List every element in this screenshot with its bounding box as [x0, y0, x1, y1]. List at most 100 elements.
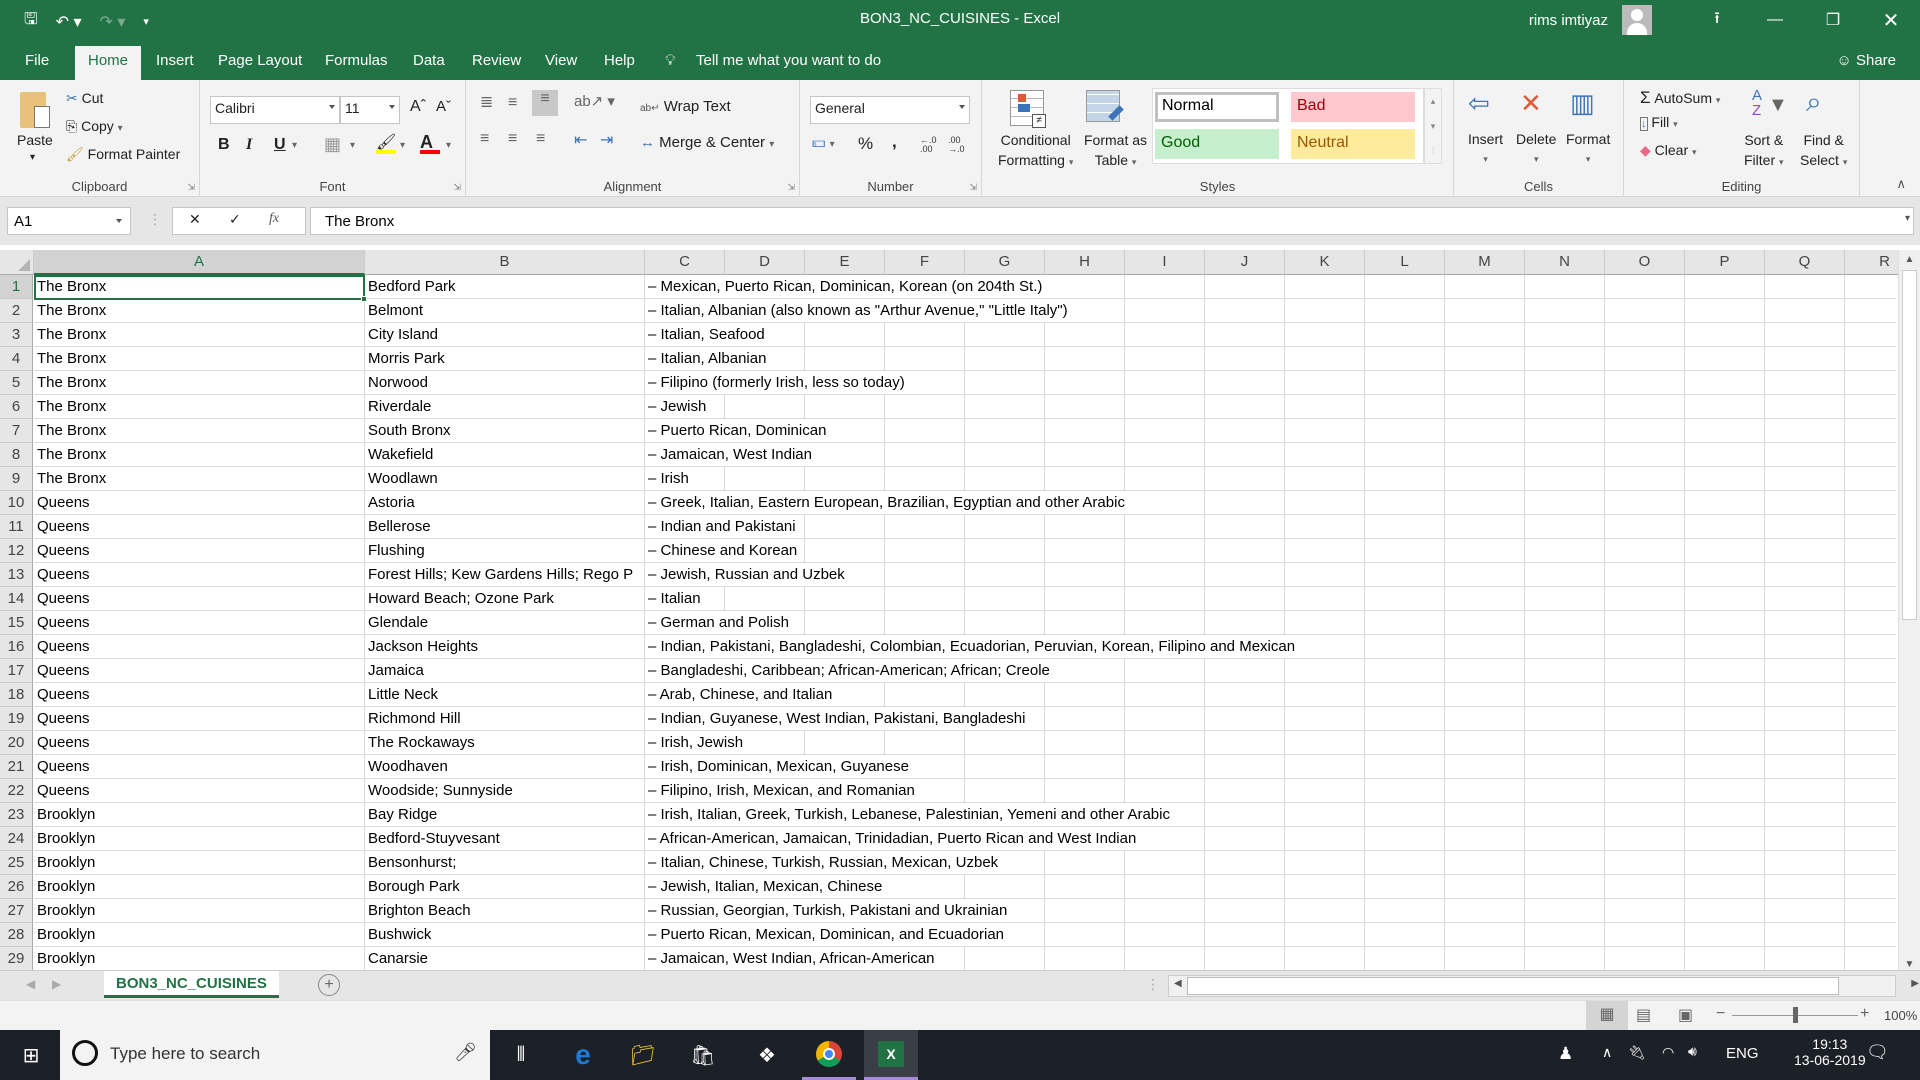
microphone-icon[interactable]: 🎤︎ [454, 1042, 477, 1063]
clipboard-launcher-icon[interactable]: ⇲ [187, 182, 195, 193]
prev-sheet-icon[interactable]: ◀ [26, 977, 35, 991]
zoom-slider-thumb[interactable] [1793, 1007, 1798, 1023]
cell-b[interactable]: Bushwick [365, 923, 645, 946]
row-header[interactable]: 25 [0, 851, 33, 875]
row-header[interactable]: 27 [0, 899, 33, 923]
cell-a[interactable]: Queens [34, 731, 365, 754]
bold-button[interactable]: B [218, 136, 230, 154]
tell-me-input[interactable]: Tell me what you want to do [696, 52, 881, 69]
style-normal[interactable]: Normal [1155, 92, 1279, 122]
font-color-button[interactable]: A [420, 132, 440, 154]
tab-formulas[interactable]: Formulas [325, 52, 388, 69]
column-header-m[interactable]: M [1445, 250, 1525, 275]
tab-view[interactable]: View [545, 52, 577, 69]
cell-a[interactable]: Queens [34, 779, 365, 802]
cell-a[interactable]: Queens [34, 683, 365, 706]
cell-b[interactable]: Astoria [365, 491, 645, 514]
vertical-scrollbar[interactable]: ▲ ▼ [1898, 250, 1920, 975]
cell-b[interactable]: Jamaica [365, 659, 645, 682]
cell-b[interactable]: Canarsie [365, 947, 645, 970]
style-neutral[interactable]: Neutral [1291, 129, 1415, 159]
comma-button[interactable]: , [892, 132, 897, 152]
scroll-left-arrow[interactable]: ◀ [1174, 978, 1182, 989]
horizontal-scroll-thumb[interactable] [1187, 977, 1839, 995]
cell-b[interactable]: Howard Beach; Ozone Park [365, 587, 645, 610]
copy-button[interactable]: ⎘ Copy ▾ [66, 118, 123, 135]
magnifier-icon[interactable]: ⌕ [1806, 86, 1822, 119]
formula-bar-grip-icon[interactable]: ⋮ [148, 211, 162, 228]
cell-c[interactable]: – Filipino, Irish, Mexican, and Romanian [645, 779, 919, 802]
tab-help[interactable]: Help [604, 52, 635, 69]
fill-button[interactable]: ↓ Fill ▾ [1640, 114, 1678, 131]
user-name[interactable]: rims imtiyaz [1529, 12, 1608, 29]
cell-a[interactable]: Queens [34, 587, 365, 610]
next-sheet-icon[interactable]: ▶ [52, 977, 61, 991]
column-header-d[interactable]: D [725, 250, 805, 275]
cell-a[interactable]: Queens [34, 563, 365, 586]
find-select-button[interactable]: Find & Select ▾ [1800, 130, 1847, 172]
cell-c[interactable]: – Mexican, Puerto Rican, Dominican, Kore… [645, 275, 1047, 298]
cell-c[interactable]: – Russian, Georgian, Turkish, Pakistani … [645, 899, 1012, 922]
tab-file[interactable]: File [25, 52, 49, 69]
row-header[interactable]: 7 [0, 419, 33, 443]
row-header[interactable]: 20 [0, 731, 33, 755]
vertical-scroll-thumb[interactable] [1902, 270, 1917, 620]
share-button[interactable]: ☺ Share [1836, 52, 1896, 69]
font-color-dropdown-icon[interactable]: ▾ [446, 140, 451, 151]
cell-b[interactable]: Morris Park [365, 347, 645, 370]
underline-dropdown-icon[interactable]: ▾ [292, 140, 297, 151]
center-icon[interactable]: ≡ [508, 130, 517, 148]
restore-icon[interactable]: ❐ [1804, 10, 1862, 30]
cell-c[interactable]: – Greek, Italian, Eastern European, Braz… [645, 491, 1129, 514]
chrome-icon[interactable] [802, 1030, 856, 1080]
cell-a[interactable]: The Bronx [34, 395, 365, 418]
cell-a[interactable]: Brooklyn [34, 827, 365, 850]
format-as-table-button[interactable]: Format as Table ▾ [1084, 130, 1147, 172]
cell-b[interactable]: Bensonhurst; [365, 851, 645, 874]
cell-a[interactable]: The Bronx [34, 371, 365, 394]
cell-b[interactable]: Woodside; Sunnyside [365, 779, 645, 802]
column-header-e[interactable]: E [805, 250, 885, 275]
decrease-indent-icon[interactable]: ⇤ [574, 130, 587, 150]
style-bad[interactable]: Bad [1291, 92, 1415, 122]
format-button[interactable]: Format ▾ [1566, 130, 1610, 168]
row-header[interactable]: 15 [0, 611, 33, 635]
normal-view-icon[interactable]: ▦ [1586, 1001, 1628, 1031]
cell-b[interactable]: Riverdale [365, 395, 645, 418]
avatar[interactable] [1622, 5, 1652, 35]
cell-a[interactable]: Brooklyn [34, 875, 365, 898]
clock[interactable]: 19:13 13-06-2019 [1794, 1036, 1866, 1068]
task-view-icon[interactable]: ⫴ [494, 1030, 548, 1080]
column-header-p[interactable]: P [1685, 250, 1765, 275]
delete-button[interactable]: Delete ▾ [1516, 130, 1556, 168]
cell-a[interactable]: The Bronx [34, 443, 365, 466]
borders-dropdown-icon[interactable]: ▾ [350, 140, 355, 151]
sort-filter-button[interactable]: Sort & Filter ▾ [1744, 130, 1784, 172]
cell-c[interactable]: – Italian, Albanian (also known as "Arth… [645, 299, 1072, 322]
insert-cells-icon[interactable]: ⇦ [1468, 88, 1490, 119]
battery-icon[interactable]: 🔌︎ [1628, 1044, 1646, 1061]
row-header[interactable]: 1 [0, 275, 33, 299]
tab-review[interactable]: Review [472, 52, 521, 69]
number-format-select[interactable]: General [810, 96, 970, 124]
cell-a[interactable]: Queens [34, 611, 365, 634]
row-header[interactable]: 29 [0, 947, 33, 970]
font-name-select[interactable]: Calibri [210, 96, 340, 124]
column-header-g[interactable]: G [965, 250, 1045, 275]
conditional-formatting-button[interactable]: Conditional Formatting ▾ [998, 130, 1073, 172]
row-header[interactable]: 17 [0, 659, 33, 683]
cell-b[interactable]: The Rockaways [365, 731, 645, 754]
cell-c[interactable]: – Puerto Rican, Mexican, Dominican, and … [645, 923, 1009, 946]
cell-a[interactable]: The Bronx [34, 467, 365, 490]
cell-c[interactable]: – Jamaican, West Indian [645, 443, 816, 466]
cell-a[interactable]: Brooklyn [34, 947, 365, 970]
row-header[interactable]: 14 [0, 587, 33, 611]
sheet-tab[interactable]: BON3_NC_CUISINES [104, 971, 279, 998]
cell-b[interactable]: Bedford-Stuyvesant [365, 827, 645, 850]
row-header[interactable]: 2 [0, 299, 33, 323]
taskbar-search[interactable]: Type here to search 🎤︎ [60, 1030, 490, 1080]
store-icon[interactable]: 🛍︎ [676, 1030, 730, 1080]
wrap-text-button[interactable]: ab↵ Wrap Text [640, 98, 731, 115]
page-layout-view-icon[interactable]: ▤ [1636, 1005, 1651, 1025]
cell-b[interactable]: South Bronx [365, 419, 645, 442]
